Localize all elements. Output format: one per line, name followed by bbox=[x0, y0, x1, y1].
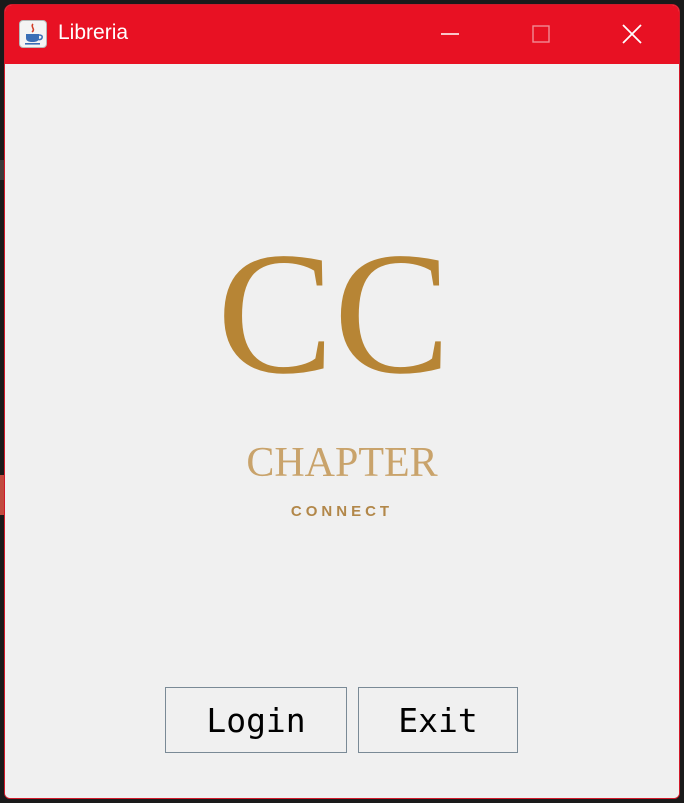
minimize-icon bbox=[441, 33, 459, 35]
minimize-button[interactable] bbox=[418, 5, 482, 64]
chapter-connect-logo: CC CHAPTER CONNECT bbox=[217, 234, 450, 520]
title-bar[interactable]: Libreria bbox=[5, 5, 679, 64]
logo-monogram: CC bbox=[217, 234, 450, 410]
main-content: CC CHAPTER CONNECT Login Exit bbox=[5, 64, 679, 798]
window-title: Libreria bbox=[58, 21, 129, 44]
logo-tagline: CONNECT bbox=[291, 503, 393, 520]
maximize-icon bbox=[532, 25, 550, 43]
logo-name: CHAPTER bbox=[246, 440, 437, 486]
login-button[interactable]: Login bbox=[165, 687, 347, 753]
app-window: Libreria CC CHAPTER CONNECT Login Exit bbox=[4, 4, 680, 799]
maximize-button[interactable] bbox=[509, 5, 573, 64]
close-button[interactable] bbox=[600, 5, 664, 64]
java-coffee-cup-icon bbox=[19, 20, 47, 48]
close-icon bbox=[622, 24, 642, 44]
exit-button[interactable]: Exit bbox=[358, 687, 518, 753]
